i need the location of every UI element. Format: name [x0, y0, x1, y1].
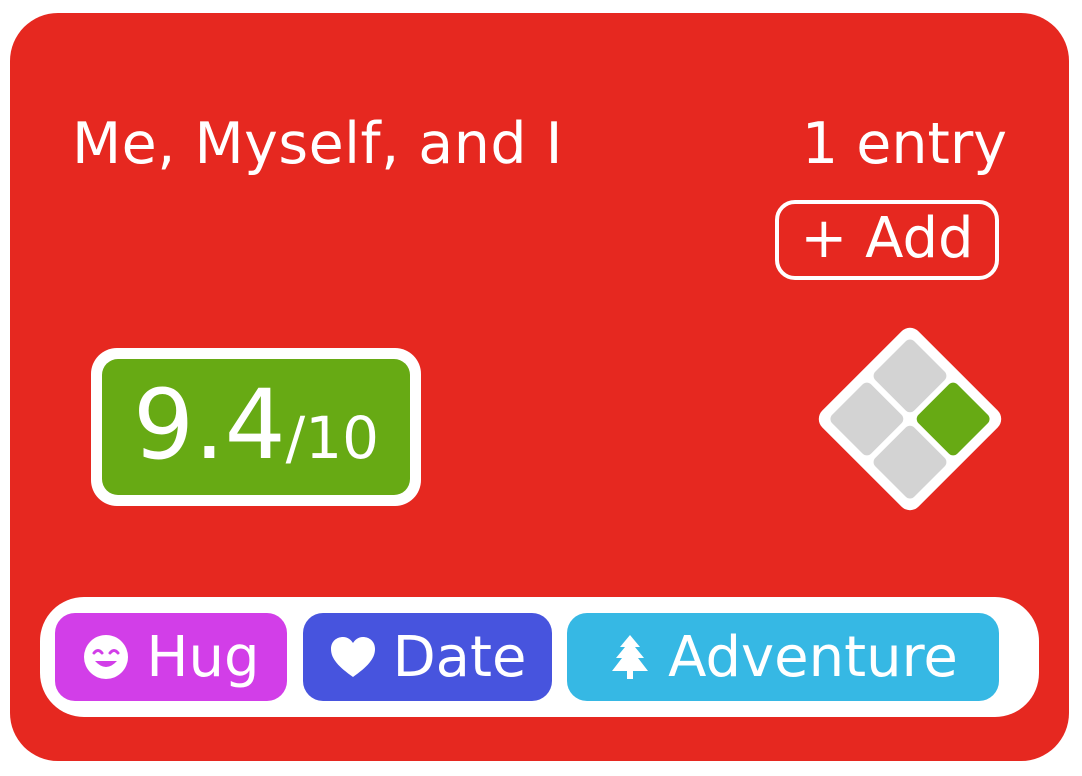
tag-hug[interactable]: Hug [55, 613, 287, 701]
tags-bar: Hug Date Adventure [40, 597, 1039, 717]
entry-count: 1 entry [801, 111, 1007, 177]
smile-icon [82, 633, 130, 681]
score-badge-inner: 9.4 /10 [102, 359, 410, 495]
heart-icon [329, 635, 377, 679]
card-title: Me, Myself, and I [72, 111, 563, 177]
tag-date[interactable]: Date [303, 613, 552, 701]
add-entry-button[interactable]: + Add [775, 200, 999, 280]
entry-card[interactable]: Me, Myself, and I 1 entry + Add 9.4 /10 [10, 13, 1069, 761]
score-badge: 9.4 /10 [91, 348, 421, 506]
tag-hug-label: Hug [146, 624, 260, 690]
score-value: 9.4 [132, 369, 286, 481]
tag-adventure[interactable]: Adventure [567, 613, 999, 701]
progress-grid-icon [818, 327, 1002, 511]
score-max: /10 [285, 404, 379, 472]
tag-date-label: Date [392, 624, 527, 690]
tree-icon [608, 633, 652, 681]
tag-adventure-label: Adventure [668, 624, 958, 690]
